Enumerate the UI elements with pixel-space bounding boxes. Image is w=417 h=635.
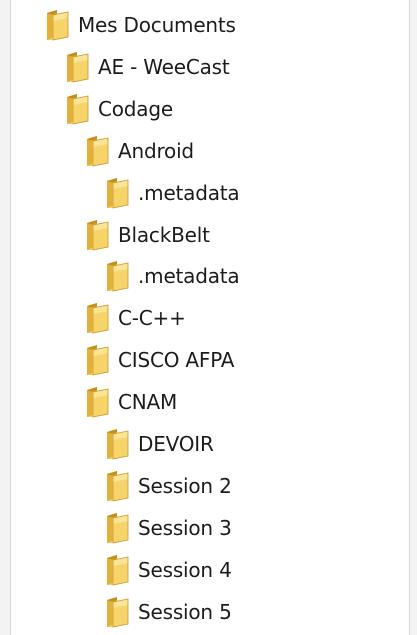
tree-item-label: Session 4 — [138, 557, 232, 582]
folder-icon — [84, 302, 110, 334]
tree-item-label: BlackBelt — [118, 222, 210, 247]
tree-item-label: C-C++ — [118, 306, 186, 331]
folder-icon — [104, 554, 130, 586]
folder-icon — [104, 177, 130, 209]
tree-item-label: Android — [118, 138, 194, 163]
tree-item-session-5[interactable]: Session 5 — [11, 595, 409, 629]
folder-icon — [104, 470, 130, 502]
tree-item-label: CISCO AFPA — [118, 348, 235, 373]
folder-icon — [64, 51, 90, 83]
tree-item-label: Session 5 — [138, 599, 232, 624]
folder-icon — [104, 260, 130, 292]
folder-icon — [84, 219, 110, 251]
tree-item-label: Session 3 — [138, 515, 232, 540]
tree-item-label: Codage — [98, 96, 173, 121]
folder-icon — [84, 386, 110, 418]
tree-item-label: AE - WeeCast — [98, 54, 230, 79]
tree-item-label: Session 2 — [138, 473, 232, 498]
tree-item-label: CNAM — [118, 390, 178, 415]
folder-tree-panel: Mes Documents AE - WeeCast Codage Androi… — [10, 0, 410, 635]
tree-item-cnam[interactable]: CNAM — [11, 385, 409, 419]
folder-icon — [84, 135, 110, 167]
tree-item-mes-documents[interactable]: Mes Documents — [11, 8, 409, 42]
tree-item-label: Mes Documents — [78, 13, 236, 37]
window-frame: Mes Documents AE - WeeCast Codage Androi… — [0, 0, 417, 635]
folder-icon — [44, 9, 70, 41]
tree-item-codage[interactable]: Codage — [11, 92, 409, 126]
tree-item-android-metadata[interactable]: .metadata — [11, 176, 409, 210]
tree-item-devoir[interactable]: DEVOIR — [11, 427, 409, 461]
folder-icon — [104, 428, 130, 460]
tree-item-blackbelt[interactable]: BlackBelt — [11, 218, 409, 252]
folder-icon — [104, 512, 130, 544]
tree-item-blackbelt-metadata[interactable]: .metadata — [11, 259, 409, 293]
tree-item-ae-weecast[interactable]: AE - WeeCast — [11, 50, 409, 84]
tree-item-c-cpp[interactable]: C-C++ — [11, 301, 409, 335]
tree-item-label: .metadata — [138, 264, 240, 289]
tree-item-session-4[interactable]: Session 4 — [11, 553, 409, 587]
tree-item-session-2[interactable]: Session 2 — [11, 469, 409, 503]
tree-item-label: .metadata — [138, 180, 240, 205]
tree-item-session-3[interactable]: Session 3 — [11, 511, 409, 545]
folder-icon — [104, 596, 130, 628]
tree-item-label: DEVOIR — [138, 432, 214, 456]
folder-icon — [64, 93, 90, 125]
tree-item-cisco-afpa[interactable]: CISCO AFPA — [11, 343, 409, 377]
tree-item-android[interactable]: Android — [11, 134, 409, 168]
folder-icon — [84, 344, 110, 376]
